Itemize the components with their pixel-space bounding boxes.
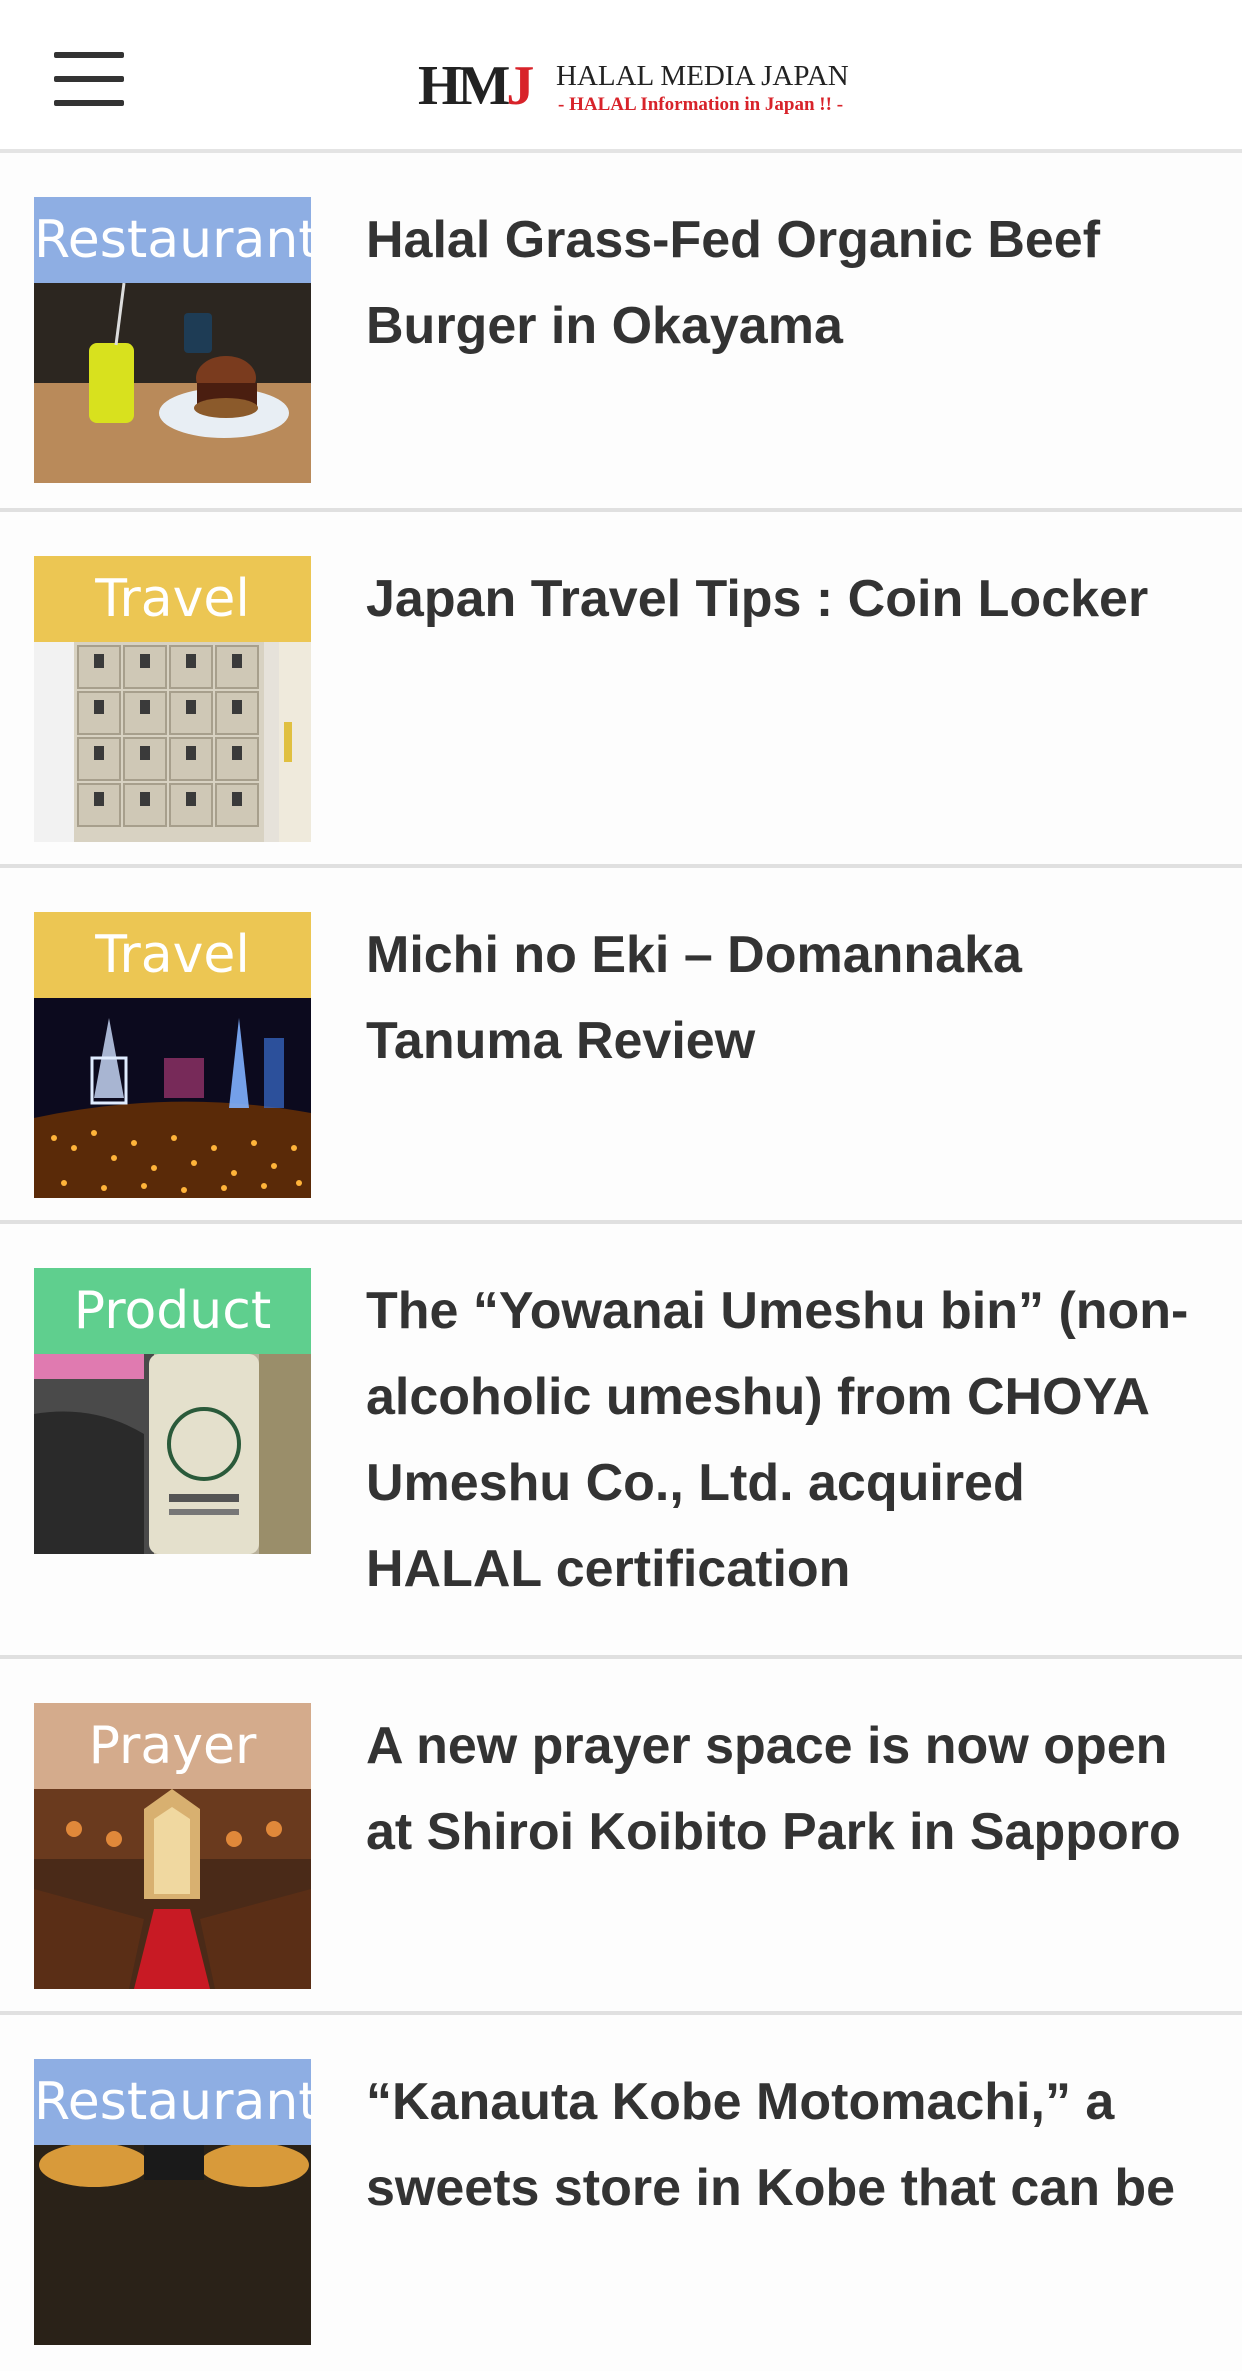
category-badge: Restaurant xyxy=(34,2059,311,2145)
category-badge: Prayer xyxy=(34,1703,311,1789)
umeshu-bottle-photo xyxy=(34,1354,311,1554)
article-item[interactable]: Product The “Yowanai Umeshu bin” (non-al… xyxy=(0,1224,1242,1659)
burger-photo xyxy=(34,283,311,483)
category-badge: Product xyxy=(34,1268,311,1354)
sweets-photo xyxy=(34,2145,311,2345)
article-thumbnail[interactable]: Prayer xyxy=(34,1703,311,1989)
article-thumbnail[interactable]: Travel xyxy=(34,556,311,842)
hamburger-menu-icon[interactable] xyxy=(54,52,124,106)
logo-subtitle: - HALAL Information in Japan !! - xyxy=(558,94,844,115)
article-item[interactable]: Travel Japan Travel Tips: Coin Locker xyxy=(0,512,1242,868)
article-item[interactable]: Restaurant “Kanauta Kobe Motomachi,” a s… xyxy=(0,2015,1242,2371)
logo-mark: HMJ xyxy=(418,55,534,117)
illumination-photo xyxy=(34,998,311,1198)
article-item[interactable]: Travel Michi no Eki – Domannaka Tanuma R… xyxy=(0,868,1242,1224)
article-thumbnail[interactable]: Restaurant xyxy=(34,197,311,483)
staircase-photo xyxy=(34,1789,311,1989)
article-list: Restaurant Halal Grass-Fed Organic Beef … xyxy=(0,153,1242,2371)
category-badge: Travel xyxy=(34,556,311,642)
category-badge: Travel xyxy=(34,912,311,998)
coin-locker-photo xyxy=(34,642,311,842)
article-item[interactable]: Restaurant Halal Grass-Fed Organic Beef … xyxy=(0,153,1242,512)
article-thumbnail[interactable]: Product xyxy=(34,1268,311,1554)
site-logo[interactable]: HMJ HALAL MEDIA JAPAN - HALAL Informatio… xyxy=(418,55,849,120)
logo-title: HALAL MEDIA JAPAN xyxy=(556,60,849,92)
app-header: HMJ HALAL MEDIA JAPAN - HALAL Informatio… xyxy=(0,0,1242,153)
article-thumbnail[interactable]: Restaurant xyxy=(34,2059,311,2345)
category-badge: Restaurant xyxy=(34,197,311,283)
article-thumbnail[interactable]: Travel xyxy=(34,912,311,1198)
article-title[interactable]: “Kanauta Kobe Motomachi,” a sweets store… xyxy=(366,2059,1206,2231)
article-title[interactable]: The “Yowanai Umeshu bin” (non-alcoholic … xyxy=(366,1268,1206,1612)
article-title[interactable]: Halal Grass-Fed Organic Beef Burger in O… xyxy=(366,197,1206,369)
article-item[interactable]: Prayer A new prayer space is now open at… xyxy=(0,1659,1242,2015)
article-title[interactable]: A new prayer space is now open at Shiroi… xyxy=(366,1703,1206,1875)
article-title[interactable]: Japan Travel Tips : Coin Locker xyxy=(366,556,1206,642)
article-title[interactable]: Michi no Eki – Domannaka Tanuma Review xyxy=(366,912,1206,1084)
